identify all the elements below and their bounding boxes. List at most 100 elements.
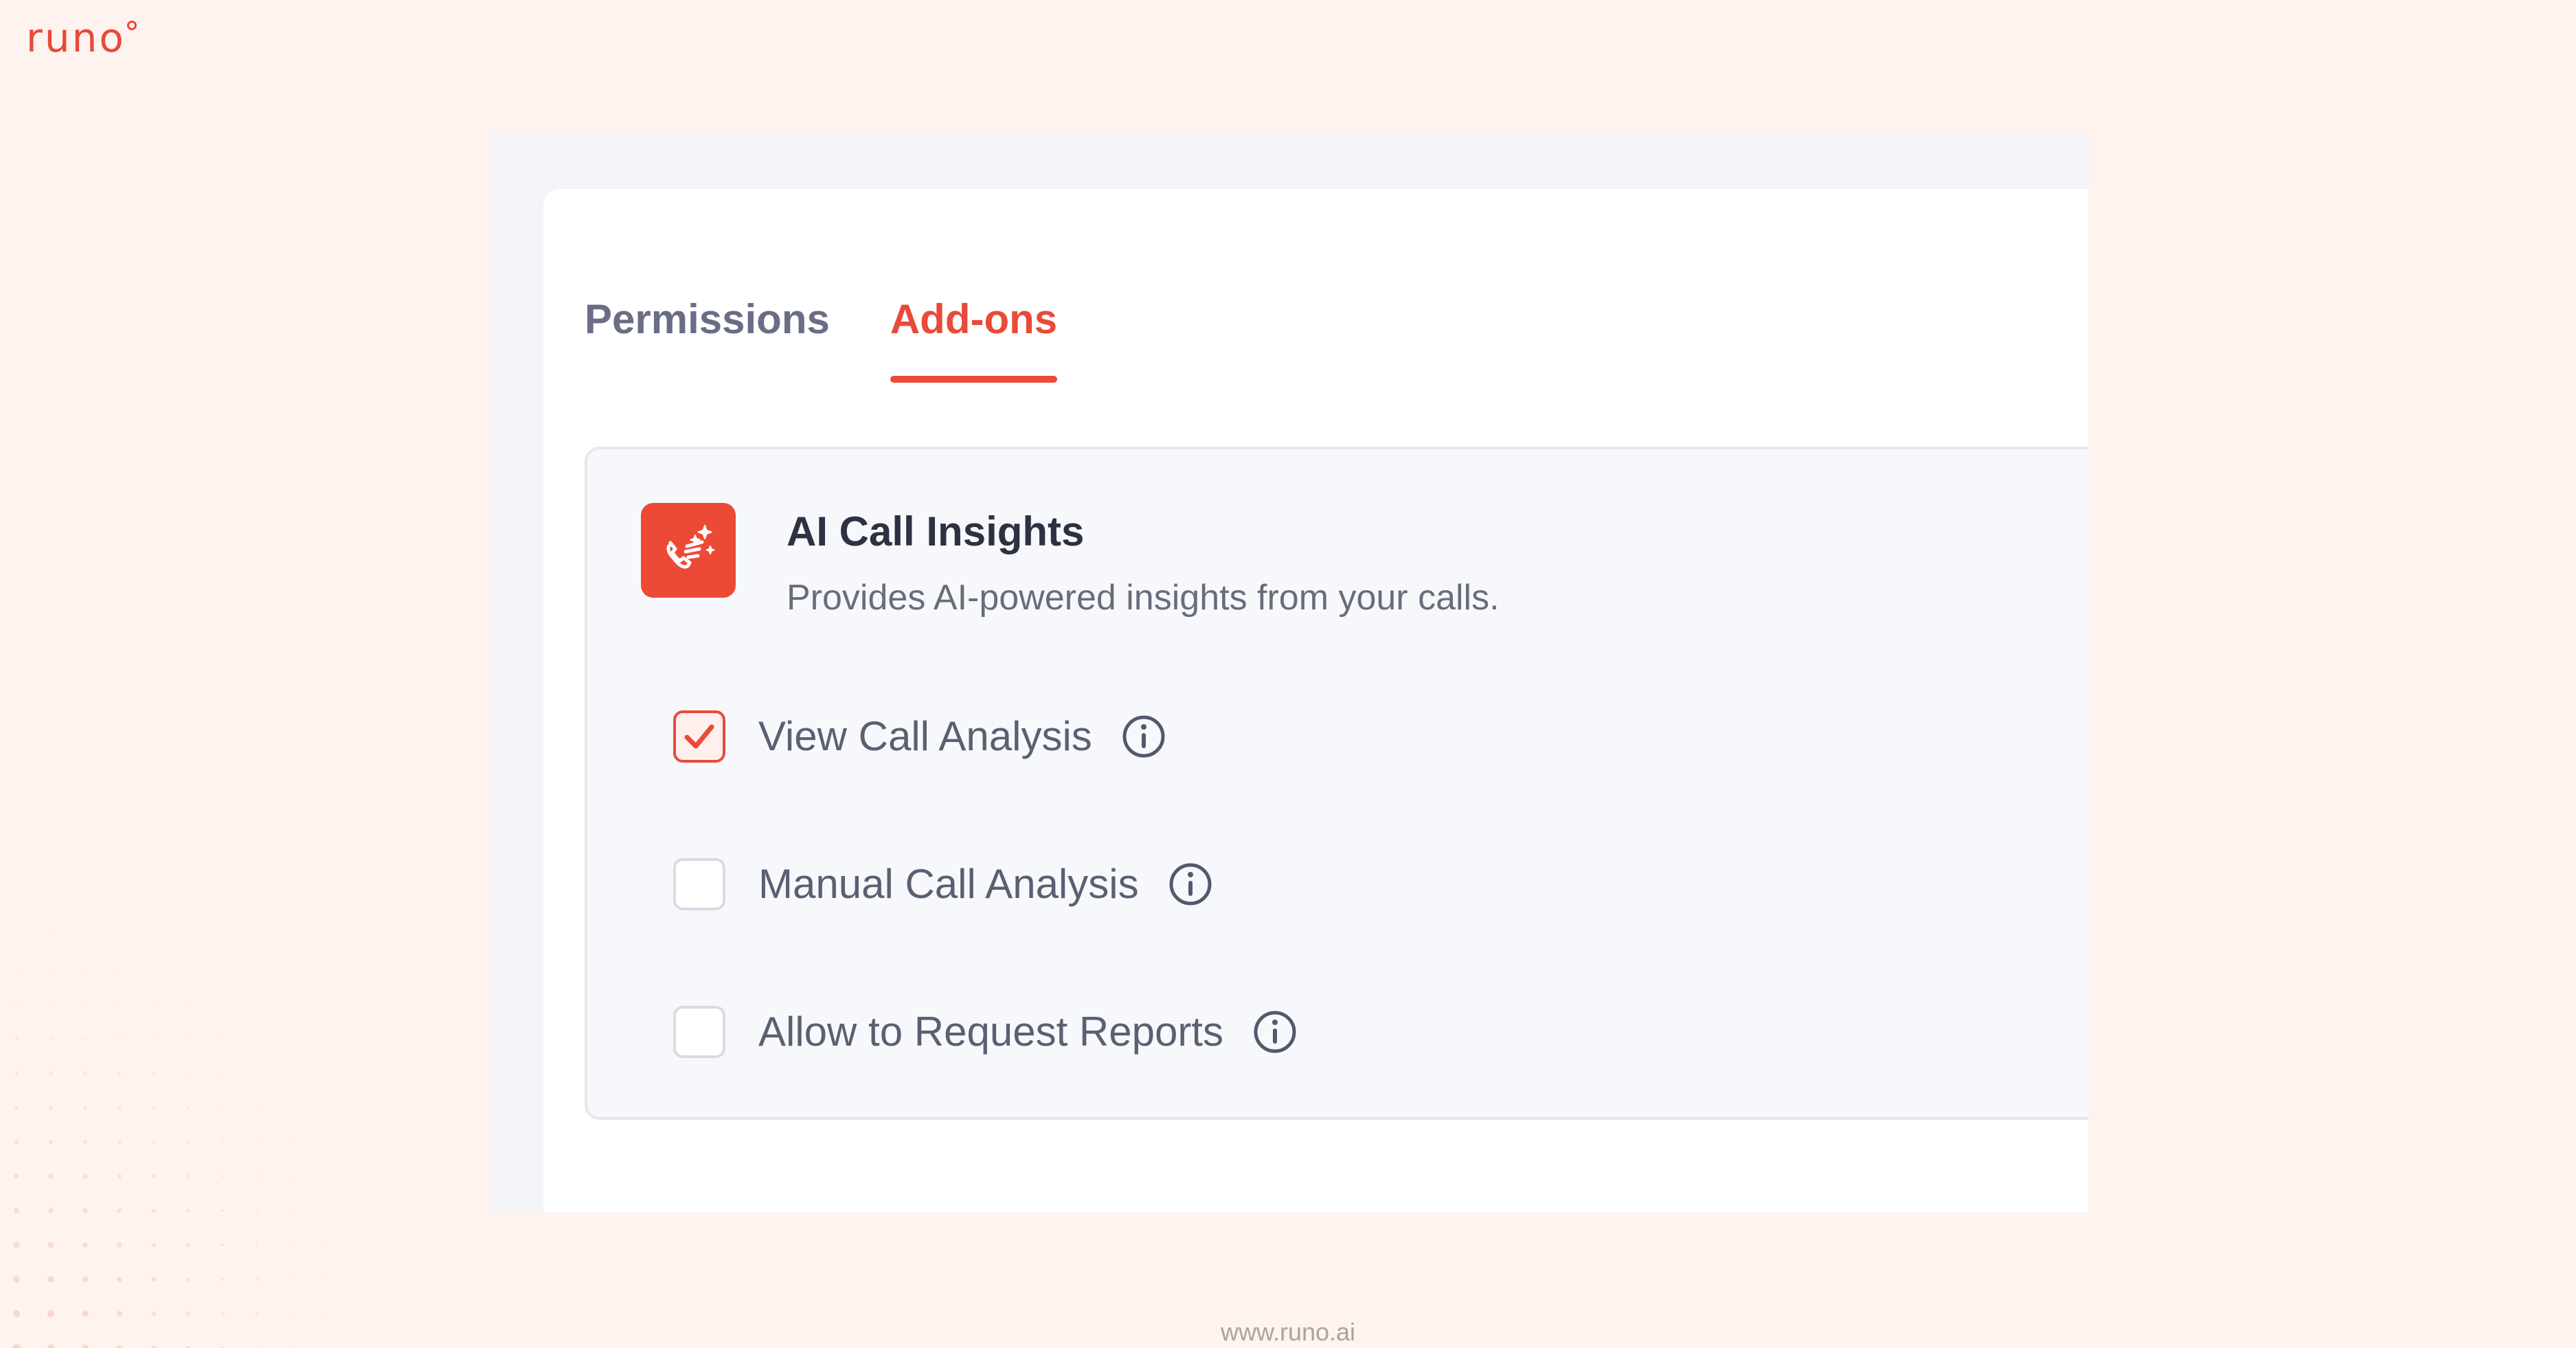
decorative-dot <box>84 1003 87 1006</box>
decorative-dot <box>48 1139 54 1145</box>
decorative-dot <box>291 1141 292 1143</box>
option-manual-call-analysis[interactable]: Manual Call Analysis <box>673 858 1213 910</box>
decorative-dot <box>14 1139 19 1145</box>
decorative-dot <box>185 1277 191 1282</box>
decorative-dot <box>117 1208 122 1213</box>
decorative-dot <box>187 1037 190 1040</box>
decorative-dot <box>117 1242 122 1248</box>
decorative-dot <box>117 1071 122 1075</box>
tab-add-ons[interactable]: Add-ons <box>890 296 1058 383</box>
decorative-dot <box>221 1209 225 1213</box>
decorative-dot <box>13 1242 20 1248</box>
decorative-dot <box>186 1174 190 1178</box>
decorative-dot <box>151 1311 157 1316</box>
decorative-dot <box>50 935 52 936</box>
decorative-dot <box>15 969 18 971</box>
decorative-dot <box>151 1277 157 1282</box>
decorative-dot <box>221 1141 224 1143</box>
decorative-dot <box>49 1105 53 1110</box>
decorative-dot <box>222 1038 223 1040</box>
decorative-dot <box>14 1173 19 1179</box>
decorative-dot <box>48 1208 54 1213</box>
decorative-dot <box>117 1277 122 1282</box>
decorative-dot <box>152 1003 155 1006</box>
manual-call-analysis-checkbox[interactable] <box>673 858 725 910</box>
decorative-dot <box>82 1276 89 1283</box>
option-view-call-analysis[interactable]: View Call Analysis <box>673 710 1166 763</box>
decorative-dot <box>188 1004 189 1005</box>
decorative-dot <box>14 1071 19 1075</box>
decorative-dot <box>48 1173 54 1179</box>
decorative-dot <box>118 1003 121 1006</box>
decorative-dot <box>82 1139 88 1145</box>
decorative-dot <box>290 1175 293 1178</box>
decorative-dot <box>187 1072 190 1075</box>
addon-description: Provides AI-powered insights from your c… <box>787 578 1500 618</box>
footer-url: www.runo.ai <box>1220 1318 1356 1346</box>
ai-call-sparkle-icon <box>641 503 736 598</box>
decorative-dot <box>49 1037 53 1041</box>
decorative-dot <box>83 1105 87 1110</box>
decorative-dot <box>152 1105 156 1110</box>
decorative-dot <box>290 1244 293 1246</box>
decorative-dot <box>221 1072 224 1075</box>
logo-text: runo <box>26 14 126 61</box>
manual-call-analysis-label: Manual Call Analysis <box>758 861 1139 907</box>
decorative-dot <box>152 1037 155 1040</box>
decorative-dot <box>221 1277 225 1281</box>
decorative-dot <box>82 1208 88 1213</box>
view-call-analysis-checkbox[interactable] <box>673 710 725 763</box>
allow-request-reports-checkbox[interactable] <box>673 1006 725 1058</box>
decorative-dot <box>186 1243 190 1247</box>
decorative-dot <box>152 1072 155 1075</box>
decorative-dot <box>152 1174 156 1178</box>
decorative-dot <box>14 1105 19 1110</box>
decorative-dot <box>255 1312 259 1316</box>
decorative-dot <box>47 1276 54 1283</box>
decorative-dot <box>12 1310 21 1318</box>
decorative-dot <box>221 1175 224 1178</box>
decorative-dot <box>13 1207 20 1214</box>
decorative-dot <box>116 1310 123 1317</box>
decorative-dot <box>186 1209 190 1213</box>
decorative-dot <box>221 1312 225 1316</box>
decorative-dot <box>256 1244 258 1246</box>
decorative-dot <box>84 1037 87 1040</box>
decorative-dot <box>47 1310 55 1318</box>
tab-permissions[interactable]: Permissions <box>585 299 830 383</box>
decorative-dot <box>256 1278 258 1281</box>
decorative-dot <box>15 1003 18 1006</box>
checkmark-icon <box>684 724 714 749</box>
decorative-dot <box>118 969 121 971</box>
decorative-dot <box>256 1175 258 1178</box>
decorative-dot <box>325 1244 326 1246</box>
decorative-dot <box>185 1311 191 1316</box>
decorative-dot <box>84 969 87 971</box>
info-icon[interactable] <box>1252 1009 1298 1055</box>
decorative-dot <box>221 1243 225 1247</box>
decorative-dot <box>49 1071 53 1075</box>
logo-dot <box>126 21 137 30</box>
decorative-dot <box>14 1037 19 1041</box>
decorative-dot <box>290 1209 293 1212</box>
option-allow-request-reports[interactable]: Allow to Request Reports <box>673 1006 1298 1058</box>
decorative-dot <box>151 1242 157 1248</box>
decorative-dot <box>187 1106 190 1109</box>
addon-title: AI Call Insights <box>787 508 1085 554</box>
info-icon[interactable] <box>1121 714 1166 759</box>
tab-add-ons-label: Add-ons <box>890 296 1058 342</box>
addon-card-ai-call-insights: AI Call Insights Provides AI-powered ins… <box>585 447 2088 1120</box>
decorative-dot <box>82 1310 89 1317</box>
decorative-dot <box>186 1140 190 1144</box>
decorative-dot <box>151 1208 157 1213</box>
decorative-dot <box>49 1003 52 1006</box>
info-icon[interactable] <box>1168 862 1213 907</box>
decorative-dot <box>117 1173 122 1179</box>
decorative-dot <box>83 1071 87 1075</box>
tab-permissions-label: Permissions <box>585 296 830 342</box>
decorative-dot <box>256 1209 258 1212</box>
settings-panel: Permissions Add-ons AI Call Insights Pro… <box>490 134 2088 1213</box>
tab-bar: Permissions Add-ons <box>585 299 1118 383</box>
decorative-dot <box>256 1141 258 1143</box>
view-call-analysis-label: View Call Analysis <box>758 713 1092 759</box>
